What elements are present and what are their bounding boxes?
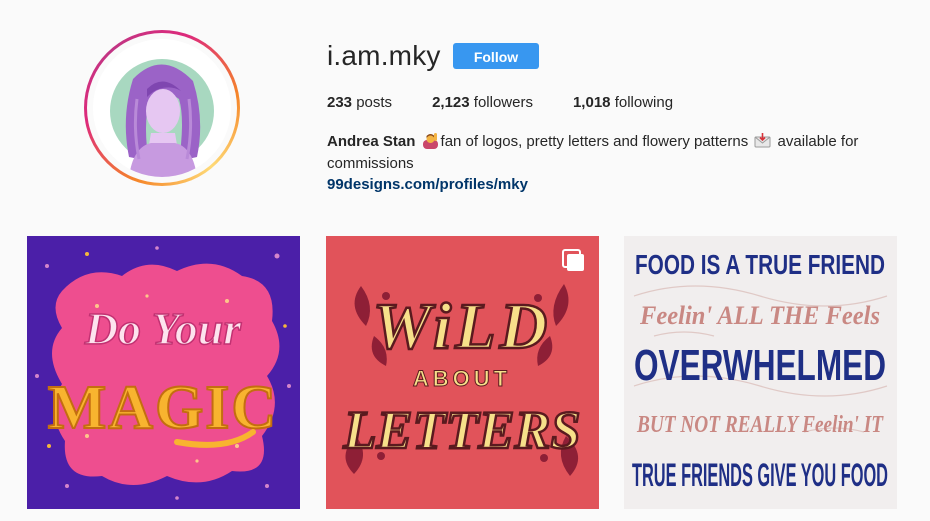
bio-text-1: fan of logos, pretty letters and flowery… bbox=[440, 133, 749, 150]
profile-bio: Andrea Stan fan of logos, pretty letters… bbox=[327, 131, 887, 175]
profile-avatar-ring[interactable] bbox=[84, 30, 240, 186]
post-tile-do-your-magic[interactable]: Do Your MAGIC bbox=[27, 236, 300, 509]
post-1-line-1: Do Your bbox=[84, 303, 242, 354]
post-3-line-3: OVERWHELMED bbox=[634, 341, 886, 390]
posts-count: 233 bbox=[327, 94, 353, 111]
post-1-line-2: MAGIC bbox=[48, 374, 278, 442]
post-tile-wild-about-letters[interactable]: WiLD ABOUT LETTERS bbox=[326, 236, 599, 509]
post-2-line-2: ABOUT bbox=[413, 366, 511, 391]
avatar-icon[interactable] bbox=[93, 39, 231, 177]
posts-stat: 233 posts bbox=[327, 94, 392, 111]
post-2-line-1: WiLD bbox=[373, 290, 552, 363]
envelope-icon bbox=[754, 132, 771, 149]
follow-button[interactable]: Follow bbox=[453, 43, 539, 69]
followers-count: 2,123 bbox=[432, 94, 470, 111]
post-2-line-3: LETTERS bbox=[342, 400, 580, 460]
profile-full-name: Andrea Stan bbox=[327, 133, 416, 150]
post-3-line-2: Feelin' ALL THE Feels bbox=[639, 301, 880, 330]
post-3-line-1: FOOD IS A TRUE FRIEND bbox=[635, 249, 885, 280]
post-3-line-4: BUT NOT REALLY Feelin' IT bbox=[636, 412, 884, 438]
post-tile-food-is-a-true-friend[interactable]: FOOD IS A TRUE FRIEND Feelin' ALL THE Fe… bbox=[624, 236, 897, 509]
followers-stat[interactable]: 2,123 followers bbox=[432, 94, 533, 111]
profile-website-link[interactable]: 99designs.com/profiles/mky bbox=[327, 176, 528, 193]
posts-label: posts bbox=[356, 94, 393, 111]
post-3-line-5: TRUE FRIENDS GIVE YOU FOOD bbox=[632, 457, 888, 493]
profile-stats: 233 posts 2,123 followers 1,018 followin… bbox=[327, 94, 713, 111]
following-count: 1,018 bbox=[572, 94, 611, 111]
following-label: following bbox=[614, 94, 674, 111]
followers-label: followers bbox=[473, 94, 533, 111]
profile-username: i.am.mky bbox=[327, 40, 441, 71]
following-stat[interactable]: 1,018 following bbox=[573, 94, 673, 111]
person-raising-hand-icon bbox=[422, 132, 439, 149]
